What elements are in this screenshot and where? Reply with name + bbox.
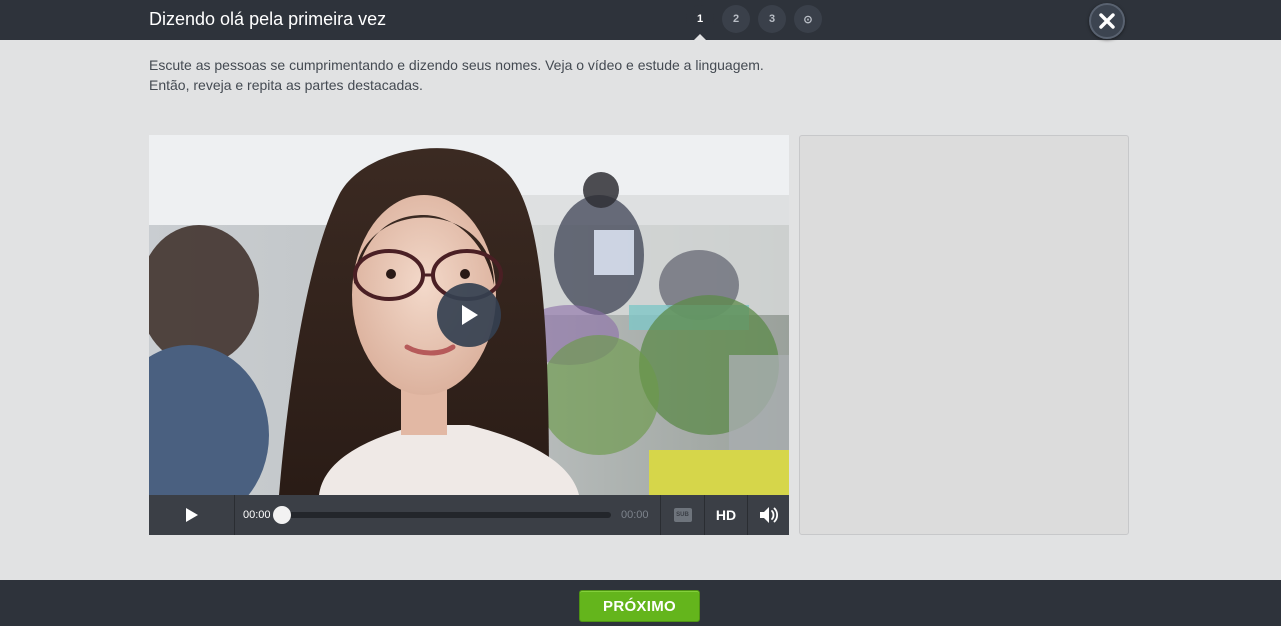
- bottom-bar: PRÓXIMO: [0, 580, 1281, 626]
- play-button[interactable]: [149, 495, 235, 535]
- step-navigation: 1 2 3 ⊙: [686, 5, 822, 33]
- active-step-caret: [694, 34, 706, 40]
- video-player[interactable]: 00:00 00:00 SUB HD: [149, 135, 789, 535]
- volume-icon: [759, 507, 778, 523]
- big-play-button[interactable]: [437, 283, 501, 347]
- current-time: 00:00: [243, 509, 271, 521]
- hd-button[interactable]: HD: [704, 495, 747, 535]
- close-button[interactable]: [1089, 3, 1125, 39]
- instructions-line-2: Então, reveja e repita as partes destaca…: [149, 77, 423, 93]
- duration: 00:00: [621, 509, 649, 521]
- lesson-title: Dizendo olá pela primeira vez: [149, 9, 387, 29]
- lesson-instructions: Escute as pessoas se cumprimentando e di…: [149, 55, 849, 95]
- transcript-panel: [799, 135, 1129, 535]
- next-button[interactable]: PRÓXIMO: [579, 590, 700, 622]
- subtitles-icon: SUB: [673, 508, 692, 522]
- progress-thumb[interactable]: [273, 506, 291, 524]
- step-2[interactable]: 2: [722, 5, 750, 33]
- instructions-line-1: Escute as pessoas se cumprimentando e di…: [149, 57, 764, 73]
- subtitles-button[interactable]: SUB: [660, 495, 704, 535]
- top-bar: Dizendo olá pela primeira vez 1 2 3 ⊙: [0, 0, 1281, 40]
- play-icon: [185, 508, 198, 522]
- subtitles-label: SUB: [676, 512, 689, 518]
- player-controls: 00:00 00:00 SUB HD: [149, 495, 789, 535]
- step-3[interactable]: 3: [758, 5, 786, 33]
- volume-button[interactable]: [747, 495, 789, 535]
- step-review[interactable]: ⊙: [794, 5, 822, 33]
- play-icon: [462, 305, 478, 325]
- progress-track[interactable]: [281, 512, 611, 518]
- step-1[interactable]: 1: [686, 5, 714, 33]
- close-icon: [1099, 13, 1115, 29]
